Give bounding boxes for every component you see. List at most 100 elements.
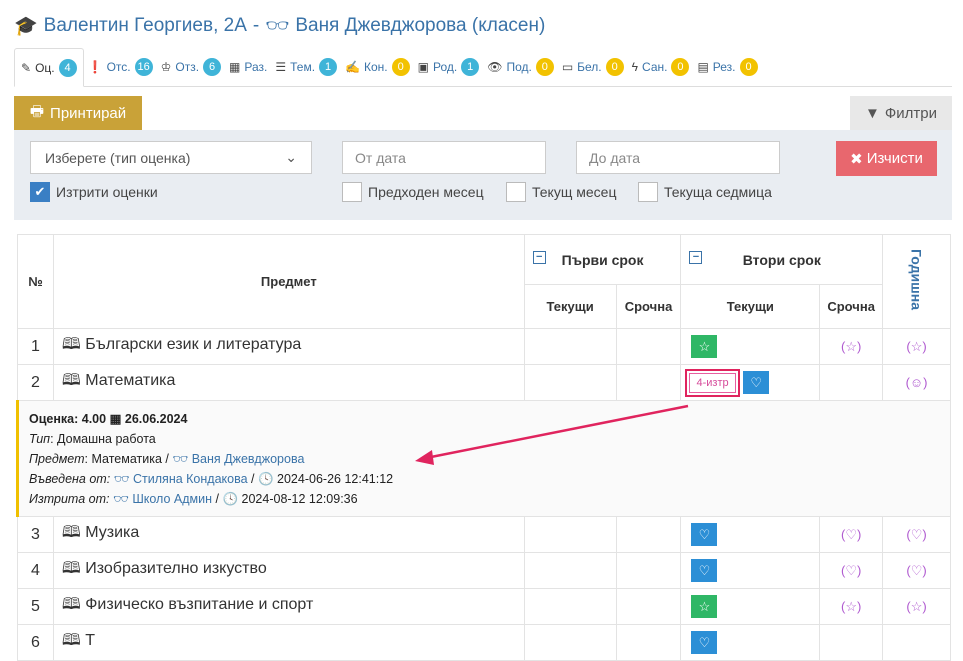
- to-date-input[interactable]: До дата: [576, 141, 780, 174]
- calendar-icon: ▣: [417, 60, 429, 74]
- class-teacher: Ваня Джевджорова (класен): [295, 15, 546, 36]
- table-row: 4 🕮 Изобразително изкуство ♡ (♡) (♡): [17, 552, 951, 589]
- page-title: 🎓 Валентин Георгиев, 2А - 👓︎ Ваня Джевдж…: [14, 15, 546, 37]
- count-badge: 0: [391, 58, 410, 76]
- book-icon: 🕮: [61, 336, 81, 353]
- glasses-icon: 👓︎: [112, 491, 129, 506]
- close-icon: ✖: [850, 150, 863, 168]
- tab-sanctions[interactable]: ϟ Сан. 0: [628, 48, 694, 86]
- heart-grade-button[interactable]: ♡: [691, 559, 718, 582]
- star-grade-mark[interactable]: (☆): [819, 588, 884, 625]
- calendar-icon: ▦: [109, 411, 122, 426]
- pencil-icon: ✎: [21, 60, 32, 75]
- term2-term-header: Срочна: [819, 284, 884, 329]
- award-icon: ♔: [160, 60, 172, 74]
- deleted-grades-checkbox[interactable]: ✔ Изтрити оценки: [30, 182, 158, 202]
- table-row: 6 🕮 Т ♡: [17, 624, 951, 661]
- grade-type-select[interactable]: Изберете (тип оценка) ⌄: [30, 141, 312, 174]
- count-badge: 16: [134, 58, 153, 76]
- table-row: 3 🕮 Музика ♡ (♡) (♡): [17, 516, 951, 553]
- filter-icon: ▼: [865, 104, 880, 122]
- entered-by-link[interactable]: Стиляна Кондакова: [133, 472, 248, 486]
- clear-button[interactable]: ✖ Изчисти: [836, 141, 937, 176]
- book-icon: 🕮: [61, 632, 81, 649]
- count-badge: 0: [739, 58, 758, 76]
- clock-icon: 🕓: [222, 491, 239, 506]
- tab-exams[interactable]: ✍ Кон. 0: [341, 48, 414, 86]
- toolbar: 🖶 Принтирай ▼ Филтри: [14, 96, 952, 130]
- from-date-input[interactable]: От дата: [342, 141, 546, 174]
- term1-header: − Първи срок: [523, 234, 682, 285]
- heart-grade-button[interactable]: ♡: [691, 523, 718, 546]
- clock-icon: 🕓: [257, 471, 274, 486]
- current-month-checkbox[interactable]: Текущ месец: [506, 182, 616, 202]
- eye-icon: 👁: [487, 60, 503, 74]
- student-name: Валентин Георгиев, 2А: [43, 15, 247, 36]
- tab-topics[interactable]: ☰ Тем. 1: [271, 48, 341, 86]
- check-icon: ✔: [30, 182, 50, 202]
- count-badge: 4: [58, 58, 77, 77]
- count-badge: 6: [203, 58, 222, 76]
- glasses-icon: 👓︎: [172, 451, 189, 466]
- current-week-checkbox[interactable]: Текуща седмица: [638, 182, 772, 202]
- count-badge: 0: [605, 58, 624, 76]
- table-row: 1 🕮 Български език и литература ☆ (☆) (☆…: [17, 328, 951, 365]
- print-button[interactable]: 🖶 Принтирай: [14, 96, 142, 130]
- star-grade-mark[interactable]: (☆): [819, 328, 884, 365]
- heart-grade-mark[interactable]: (♡): [819, 552, 884, 589]
- tab-signatures[interactable]: 👁 Под. 0: [483, 48, 558, 86]
- star-grade-mark[interactable]: (☆): [882, 588, 951, 625]
- grade-detail: Оценка: 4.00 ▦ 26.06.2024 Тип: Домашна р…: [29, 411, 394, 506]
- deleted-grade-badge[interactable]: 4-изтр: [685, 368, 740, 397]
- heart-grade-mark[interactable]: (♡): [819, 516, 884, 553]
- alert-icon: ❗: [87, 60, 103, 74]
- column-number: №: [17, 234, 54, 329]
- book-icon: 🕮: [61, 372, 81, 389]
- count-badge: 0: [535, 58, 554, 76]
- star-grade-button[interactable]: ☆: [691, 595, 718, 618]
- filter-panel: Изберете (тип оценка) ⌄ От дата До дата …: [14, 130, 952, 220]
- chevron-down-icon: ⌄: [285, 149, 297, 165]
- deleted-by-link[interactable]: Школо Админ: [132, 492, 212, 506]
- previous-month-checkbox[interactable]: Предходен месец: [342, 182, 484, 202]
- glasses-icon: 👓︎: [265, 16, 290, 37]
- collapse-icon[interactable]: −: [689, 251, 703, 264]
- filters-button[interactable]: ▼ Филтри: [850, 96, 952, 130]
- star-grade-mark[interactable]: (☆): [882, 328, 951, 365]
- bolt-icon: ϟ: [631, 60, 639, 74]
- star-grade-button[interactable]: ☆: [691, 335, 718, 358]
- term1-term-header: Срочна: [615, 284, 682, 329]
- term2-header: − Втори срок: [680, 234, 884, 285]
- tab-feedback[interactable]: ♔ Отз. 6: [157, 48, 225, 86]
- heart-grade-mark[interactable]: (♡): [882, 552, 951, 589]
- tab-notes[interactable]: ▭ Бел. 0: [558, 48, 628, 86]
- student-icon: 🎓: [14, 16, 38, 37]
- glasses-icon: 👓︎: [113, 471, 130, 486]
- annual-header: Годишна: [882, 234, 951, 329]
- tab-schedule[interactable]: ▦ Раз.: [225, 48, 271, 86]
- teacher-link[interactable]: Ваня Джевджорова: [192, 452, 305, 466]
- count-badge: 1: [319, 58, 338, 76]
- list-icon: ☰: [275, 60, 287, 74]
- note-icon: ▭: [561, 60, 574, 74]
- tab-results[interactable]: ▤ Рез. 0: [693, 48, 761, 86]
- heart-grade-button[interactable]: ♡: [691, 631, 718, 654]
- table-row: 2 🕮 Математика 4-изтр ♡ (☺): [17, 364, 951, 401]
- tab-absences[interactable]: ❗ Отс. 16: [84, 48, 157, 86]
- tab-parents[interactable]: ▣ Род. 1: [414, 48, 484, 86]
- column-subject: Предмет: [52, 234, 525, 329]
- collapse-icon[interactable]: −: [532, 251, 546, 264]
- term2-current-header: Текущи: [680, 284, 821, 329]
- table-row: 5 🕮 Физическо възпитание и спорт ☆ (☆) (…: [17, 588, 951, 625]
- heart-grade-mark[interactable]: (♡): [882, 516, 951, 553]
- printer-icon: 🖶: [29, 102, 45, 120]
- smile-grade-mark[interactable]: (☺): [882, 364, 951, 401]
- book-icon: 🕮: [61, 560, 81, 577]
- table-icon: ▦: [229, 60, 241, 74]
- edit-icon: ✍: [345, 60, 360, 74]
- tab-grades[interactable]: ✎ Оц. 4: [14, 48, 84, 87]
- book-icon: 🕮: [61, 596, 81, 613]
- book-icon: 🕮: [61, 524, 81, 541]
- heart-grade-button[interactable]: ♡: [743, 371, 770, 394]
- term1-current-header: Текущи: [523, 284, 617, 329]
